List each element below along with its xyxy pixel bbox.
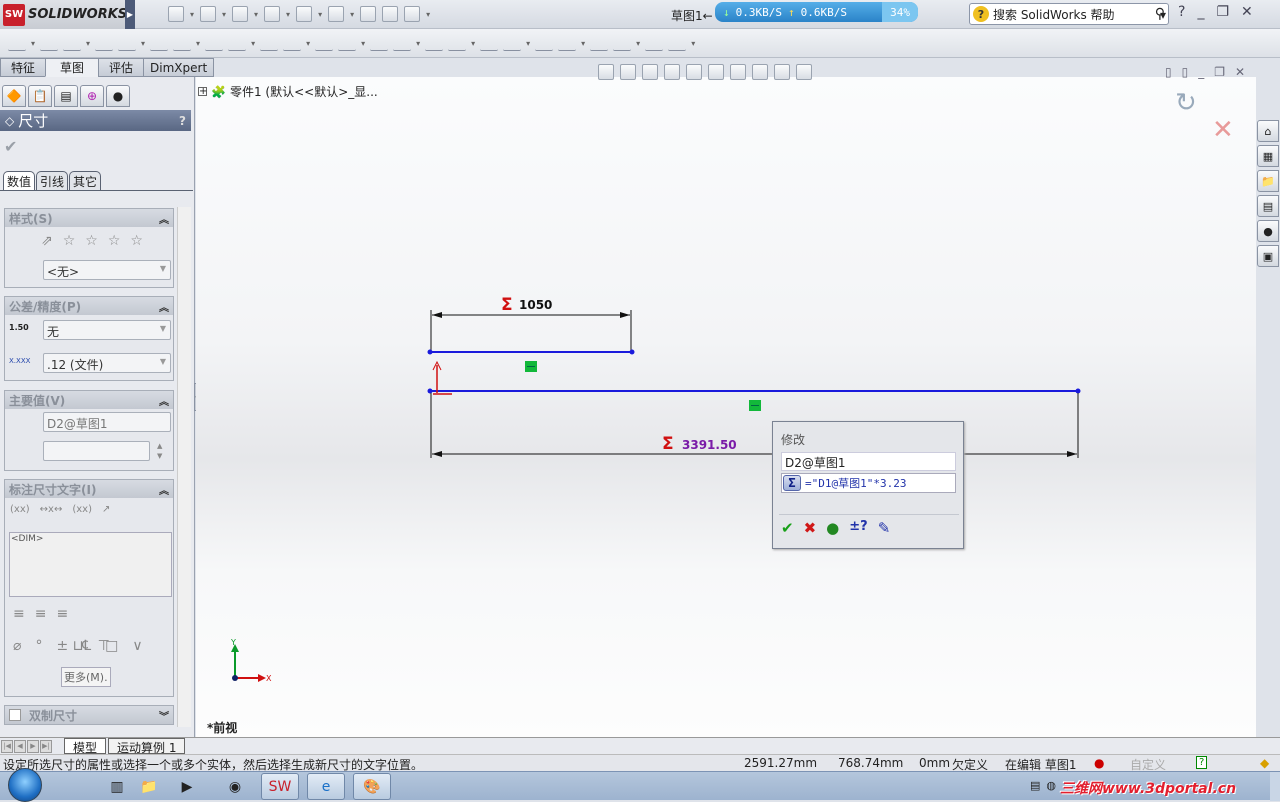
taskbar-media-icon[interactable]: ▶ bbox=[168, 773, 206, 800]
dimension-value[interactable]: 1050 bbox=[519, 298, 552, 312]
status-bar: 设定所选尺寸的属性或选择一个或多个实体，然后选择生成新尺寸的文字位置。 2591… bbox=[0, 754, 1280, 772]
notification-icon[interactable]: ◆ bbox=[1260, 756, 1269, 770]
ok-check-icon[interactable]: ✔ bbox=[781, 519, 794, 537]
modify-buttons: ✔ ✖ ● ±? ✎ bbox=[781, 519, 890, 537]
last-tab-icon[interactable]: ▶| bbox=[40, 739, 52, 753]
sketch-point[interactable] bbox=[629, 349, 635, 355]
watermark: 三维网www.3dportal.cn bbox=[1060, 781, 1237, 797]
model-tabs-bar: |◀ ◀ ▶ ▶| 模型 运动算例 1 bbox=[0, 737, 1280, 755]
taskbar-app-icon[interactable]: ◉ bbox=[216, 773, 254, 800]
taskbar-ie-icon[interactable]: e bbox=[307, 773, 345, 800]
modify-dimension-name: D2@草图1 bbox=[781, 452, 956, 471]
equation-sigma-icon: Σ bbox=[501, 295, 513, 315]
dimension-1050[interactable]: Σ 1050 bbox=[430, 295, 632, 350]
divider bbox=[779, 514, 959, 515]
sketch-point[interactable] bbox=[427, 388, 433, 394]
equation-sigma-icon: Σ bbox=[662, 434, 674, 454]
taskbar-explorer-icon[interactable]: 📁 bbox=[130, 773, 168, 800]
show-desktop-button[interactable] bbox=[1270, 772, 1280, 801]
status-z-coord: 0mm bbox=[919, 756, 951, 770]
equation-button[interactable]: Σ bbox=[783, 475, 801, 491]
next-tab-icon[interactable]: ▶ bbox=[27, 739, 39, 753]
system-tray: ▤ ◍ bbox=[1030, 779, 1056, 792]
status-x-coord: 2591.27mm bbox=[744, 756, 818, 770]
axis-x-label: X bbox=[266, 674, 272, 683]
equation-text: ="D1@草图1"*3.23 bbox=[805, 477, 907, 490]
dimension-value[interactable]: 3391.50 bbox=[682, 438, 737, 452]
tray-icon[interactable]: ◍ bbox=[1046, 779, 1056, 792]
start-button[interactable] bbox=[8, 768, 42, 802]
cancel-x-icon[interactable]: ✖ bbox=[804, 519, 817, 537]
view-orientation-label: *前视 bbox=[207, 721, 238, 735]
sketch-origin bbox=[432, 360, 452, 395]
tab-motion-study[interactable]: 运动算例 1 bbox=[108, 738, 186, 755]
taskbar-solidworks-icon[interactable]: SW bbox=[261, 773, 299, 800]
modify-title: 修改 bbox=[781, 433, 806, 447]
tray-icon[interactable]: ▤ bbox=[1030, 779, 1040, 792]
rebuild-traffic-light-icon[interactable]: ● bbox=[826, 519, 839, 537]
prev-tab-icon[interactable]: ◀ bbox=[14, 739, 26, 753]
modify-value-input[interactable]: Σ ="D1@草图1"*3.23 bbox=[781, 473, 956, 493]
first-tab-icon[interactable]: |◀ bbox=[1, 739, 13, 753]
sketch-point[interactable] bbox=[427, 349, 433, 355]
reset-spin-increment-icon[interactable]: ±? bbox=[849, 519, 867, 537]
modify-dialog: 修改 D2@草图1 Σ ="D1@草图1"*3.23 ✔ ✖ ● ±? ✎ bbox=[772, 421, 964, 549]
tab-model[interactable]: 模型 bbox=[64, 738, 107, 755]
status-y-coord: 768.74mm bbox=[838, 756, 904, 770]
sketch-point[interactable] bbox=[1075, 388, 1081, 394]
axis-y-label: Y bbox=[230, 638, 236, 647]
rebuild-status-icon[interactable]: ● bbox=[1094, 756, 1104, 770]
axis-triad: Y X bbox=[230, 638, 272, 683]
mark-dimension-icon[interactable]: ✎ bbox=[878, 519, 891, 537]
sketch-canvas: Σ 1050 Σ 3391.50 Y X bbox=[230, 295, 1081, 683]
taskbar-paint-icon[interactable]: 🎨 bbox=[353, 773, 391, 800]
help-tooltip-icon[interactable]: ? bbox=[1196, 756, 1208, 769]
